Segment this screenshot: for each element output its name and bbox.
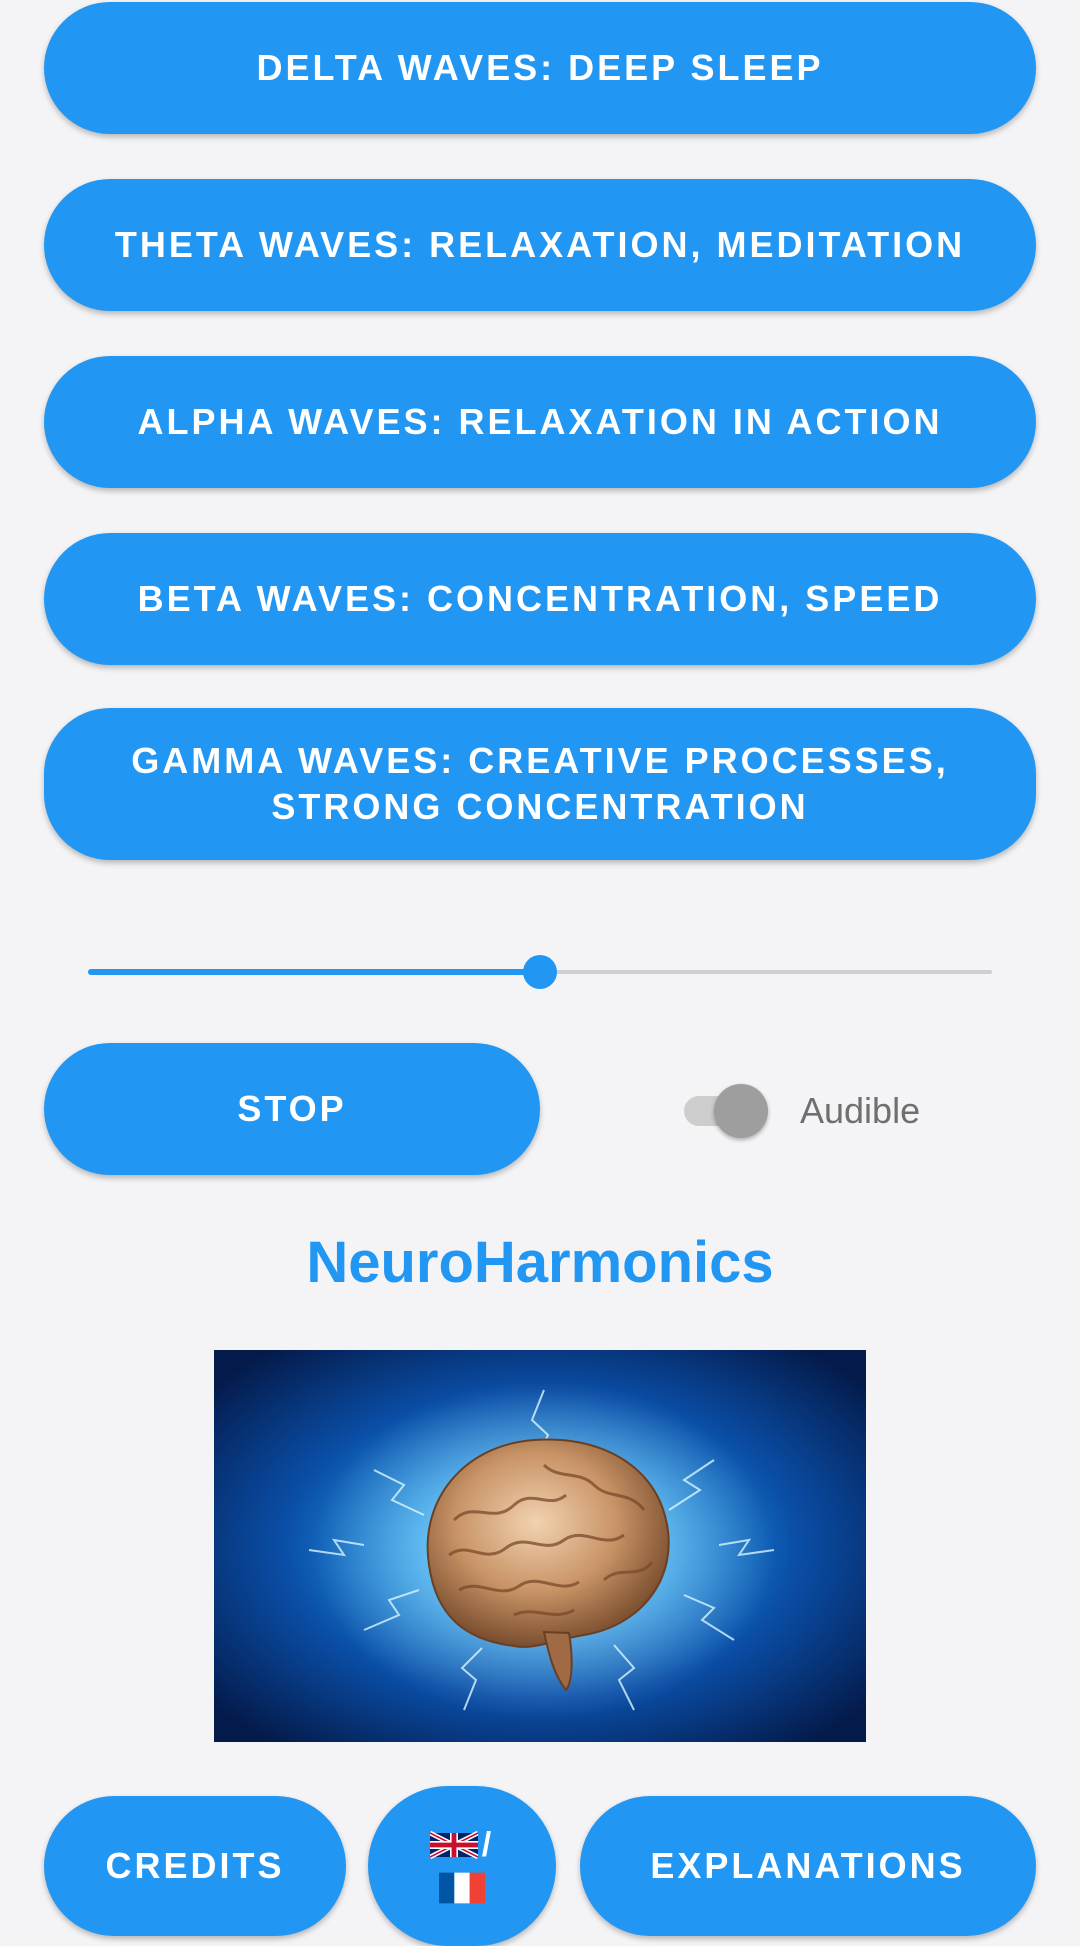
stop-button[interactable]: STOP xyxy=(44,1043,540,1175)
gamma-label-line1: GAMMA WAVES: CREATIVE PROCESSES, xyxy=(131,740,949,781)
credits-button[interactable]: CREDITS xyxy=(44,1796,346,1936)
volume-slider[interactable] xyxy=(88,952,992,992)
france-flag-icon xyxy=(439,1872,485,1904)
gamma-waves-button[interactable]: GAMMA WAVES: CREATIVE PROCESSES, STRONG … xyxy=(44,708,1036,860)
slider-thumb[interactable] xyxy=(523,955,557,989)
audible-switch[interactable] xyxy=(680,1084,770,1138)
uk-flag-icon xyxy=(429,1830,478,1860)
language-separator: / xyxy=(481,1826,495,1864)
alpha-waves-button[interactable]: ALPHA WAVES: RELAXATION IN ACTION xyxy=(44,356,1036,488)
theta-waves-button[interactable]: THETA WAVES: RELAXATION, MEDITATION xyxy=(44,179,1036,311)
beta-waves-button[interactable]: BETA WAVES: CONCENTRATION, SPEED xyxy=(44,533,1036,665)
slider-fill xyxy=(88,969,540,975)
brain-image xyxy=(214,1350,866,1742)
audible-label: Audible xyxy=(800,1090,921,1131)
switch-knob xyxy=(714,1084,768,1138)
explanations-button[interactable]: EXPLANATIONS xyxy=(580,1796,1036,1936)
app-title: NeuroHarmonics xyxy=(306,1230,774,1295)
delta-waves-button[interactable]: DELTA WAVES: DEEP SLEEP xyxy=(44,2,1036,134)
gamma-label-line2: STRONG CONCENTRATION xyxy=(271,786,809,827)
language-toggle-button[interactable]: / xyxy=(368,1786,556,1946)
